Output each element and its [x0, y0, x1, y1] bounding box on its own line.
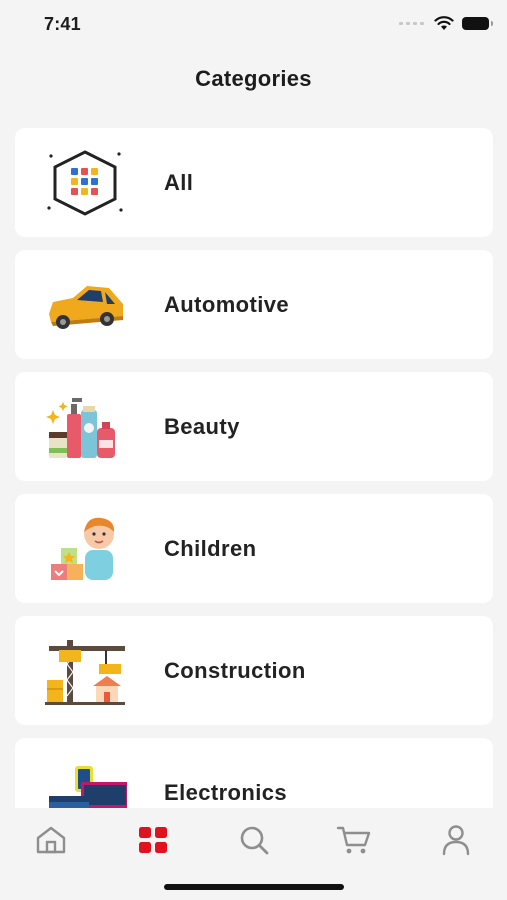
category-label: Beauty [164, 414, 240, 439]
car-icon [49, 286, 123, 329]
category-list: All Automotive Beauty Children Construct… [0, 0, 507, 808]
status-icons [399, 16, 493, 31]
cosmetics-icon [46, 398, 115, 458]
category-label: Electronics [164, 780, 288, 805]
cellular-signal-icon [399, 22, 424, 25]
category-label: Automotive [164, 292, 289, 317]
category-card-construction[interactable]: Construction [15, 616, 493, 725]
category-card-children[interactable]: Children [15, 494, 493, 603]
category-card-all[interactable]: All [15, 128, 493, 237]
category-card-beauty[interactable]: Beauty [15, 372, 493, 481]
categories-icon [139, 827, 167, 853]
category-label: All [164, 170, 194, 195]
home-icon [36, 826, 66, 854]
page-title: Categories [195, 66, 312, 91]
tab-categories[interactable] [133, 820, 173, 860]
grid-hexagon-icon [47, 150, 123, 216]
child-blocks-icon [51, 517, 115, 580]
profile-icon [442, 825, 470, 856]
cart-icon [336, 826, 371, 854]
tab-cart[interactable] [334, 820, 374, 860]
home-indicator [164, 884, 344, 890]
status-bar: 7:41 [0, 0, 507, 52]
devices-icon [49, 766, 127, 808]
category-label: Construction [164, 658, 306, 683]
category-card-electronics[interactable]: Electronics [15, 738, 493, 808]
search-icon [240, 826, 269, 855]
tab-profile[interactable] [436, 820, 476, 860]
category-card-automotive[interactable]: Automotive [15, 250, 493, 359]
wifi-icon [434, 16, 454, 30]
tab-search[interactable] [234, 820, 274, 860]
battery-icon [462, 17, 493, 30]
tab-home[interactable] [31, 820, 71, 860]
crane-icon [45, 640, 125, 705]
category-label: Children [164, 536, 257, 561]
status-time: 7:41 [44, 14, 81, 34]
